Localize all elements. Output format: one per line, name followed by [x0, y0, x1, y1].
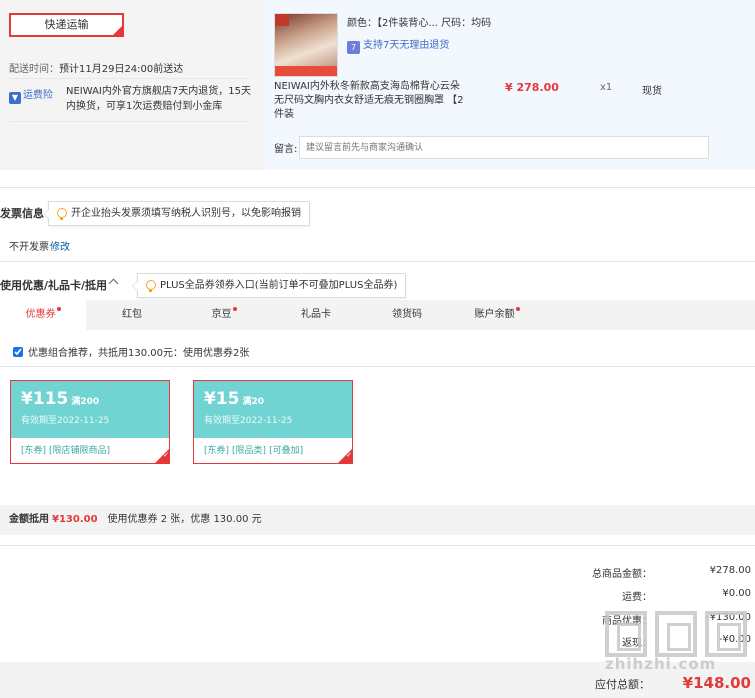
invoice-title: 发票信息 — [0, 207, 44, 220]
product-stock: 现货 — [642, 86, 662, 97]
tab-coupon-label: 优惠券 — [25, 309, 56, 320]
new-dot-icon — [232, 307, 237, 311]
coupon-tag: [可叠加] — [269, 446, 304, 456]
chevron-up-icon[interactable] — [108, 278, 119, 289]
product-price: ¥ 278.00 — [505, 81, 559, 94]
selected-check-icon — [155, 449, 169, 463]
tab-red-packet[interactable]: 红包 — [86, 300, 178, 330]
new-dot-icon — [56, 307, 61, 311]
coupon-validity: 有效期至2022-11-25 — [204, 416, 293, 426]
divider — [0, 187, 755, 188]
site-watermark: zhihzhi.com — [605, 611, 753, 673]
freight-insurance-label: 运费险 — [23, 90, 53, 101]
promo-strip — [275, 66, 337, 76]
remark-label: 留言: — [274, 144, 298, 155]
coupon-section-title[interactable]: 使用优惠/礼品卡/抵用 — [0, 277, 107, 293]
total-goods-value: ¥278.00 — [709, 565, 751, 576]
plus-coupon-tip[interactable]: PLUS全品券领券入口(当前订单不可叠加PLUS全品券) — [132, 273, 407, 298]
selected-corner-icon — [113, 26, 122, 35]
coupon-tags: [东券] [限店铺限商品] — [21, 443, 113, 456]
tab-balance-label: 账户余额 — [474, 309, 515, 320]
discount-summary-amount: ¥130.00 — [52, 514, 98, 525]
brand-badge-icon — [275, 14, 289, 26]
product-quantity: x1 — [600, 82, 613, 93]
coupon-tabs: 优惠券 红包 京豆 礼品卡 领货码 账户余额 — [0, 300, 755, 330]
coupon-card-head: ¥115 满200 有效期至2022-11-25 — [11, 381, 169, 438]
coupon-tag: [限品类] — [232, 446, 267, 456]
freight-insurance-tag[interactable]: ▼ 运费险 — [9, 86, 53, 104]
payable-value: ¥148.00 — [682, 674, 751, 692]
coupon-tags: [东券] [限品类] [可叠加] — [204, 443, 306, 456]
tab-red-packet-label: 红包 — [122, 309, 142, 320]
discount-summary-text: 使用优惠券 2 张，优惠 130.00 元 — [107, 514, 262, 525]
coupon-combo-recommend: 优惠组合推荐，共抵用130.00元：使用优惠券2张 — [13, 344, 249, 359]
coupon-combo-text: 优惠组合推荐，共抵用130.00元：使用优惠券2张 — [28, 348, 250, 359]
freight-label: 运费： — [622, 592, 652, 603]
tab-jingdou-label: 京豆 — [211, 309, 232, 320]
payable-label: 应付总额： — [595, 678, 650, 691]
coupon-amount: ¥15 — [204, 389, 240, 409]
invoice-edit-link[interactable]: 修改 — [50, 238, 70, 253]
watermark-glyph-icon — [705, 611, 747, 657]
invoice-tip-text: 开企业抬头发票须填写纳税人识别号，以免影响报销 — [71, 208, 301, 219]
total-goods-label: 总商品金额： — [592, 569, 652, 580]
coupon-combo-checkbox[interactable] — [13, 347, 23, 357]
coupon-card[interactable]: ¥15 满20 有效期至2022-11-25 [东券] [限品类] [可叠加] — [193, 380, 353, 464]
coupon-tag: [东券] — [204, 446, 230, 456]
shipping-method-button[interactable]: 快递运输 — [9, 13, 124, 37]
shipping-method-label: 快递运输 — [44, 18, 89, 31]
coupon-condition: 满200 — [71, 397, 100, 407]
seven-day-return-text: 支持7天无理由退货 — [363, 40, 450, 51]
tab-gift-card-label: 礼品卡 — [301, 309, 331, 320]
divider — [0, 366, 755, 367]
seven-day-icon: 7 — [347, 41, 360, 54]
freight-value: ¥0.00 — [722, 588, 751, 599]
tab-coupon[interactable]: 优惠券 — [0, 300, 86, 330]
watermark-glyph-icon — [605, 611, 647, 657]
delivery-time-value: 预计11月29日24:00前送达 — [59, 64, 184, 75]
watermark-text: zhihzhi.com — [605, 655, 717, 673]
lightbulb-icon — [146, 280, 156, 292]
plus-coupon-tip-text: PLUS全品券领券入口(当前订单不可叠加PLUS全品券) — [160, 280, 398, 291]
tab-jingdou[interactable]: 京豆 — [178, 300, 270, 330]
tip-arrow-icon — [43, 209, 49, 219]
freight-insurance-row: ▼ 运费险 NEIWAI内外官方旗舰店7天内退货，15天内换货，可享1次运费赔付到… — [9, 78, 251, 122]
coupon-card[interactable]: ¥115 满200 有效期至2022-11-25 [东券] [限店铺限商品] — [10, 380, 170, 464]
divider — [0, 545, 755, 546]
freight-insurance-text: NEIWAI内外官方旗舰店7天内退货，15天内换货，可享1次运费赔付到小金库 — [66, 86, 251, 112]
product-name[interactable]: NEIWAI内外秋冬新款高支海岛棉背心云朵无尺码文胸内衣女舒适无痕无钢圈胸罩 【… — [274, 80, 469, 122]
tab-balance[interactable]: 账户余额 — [452, 300, 542, 330]
product-attributes: 颜色：【2件装背心... 尺码：均码 — [347, 18, 492, 29]
coupon-tag: [限店铺限商品] — [49, 446, 111, 456]
delivery-time-label: 配送时间： — [9, 64, 59, 75]
tab-gift-card[interactable]: 礼品卡 — [270, 300, 362, 330]
coupon-validity: 有效期至2022-11-25 — [21, 416, 110, 426]
invoice-tip: 开企业抬头发票须填写纳税人识别号，以免影响报销 — [43, 201, 310, 226]
discount-summary-label: 金额抵用 — [9, 514, 49, 525]
coupon-card-head: ¥15 满20 有效期至2022-11-25 — [194, 381, 352, 438]
tab-pickup-code-label: 领货码 — [392, 309, 422, 320]
product-image[interactable] — [274, 13, 338, 77]
coupon-amount: ¥115 — [21, 389, 69, 409]
coupon-tag: [东券] — [21, 446, 47, 456]
divider — [0, 261, 755, 262]
remark-input[interactable] — [299, 136, 709, 159]
new-dot-icon — [515, 307, 520, 311]
tip-arrow-icon — [132, 281, 138, 291]
tab-pickup-code[interactable]: 领货码 — [362, 300, 452, 330]
lightbulb-icon — [57, 208, 67, 220]
coupon-condition: 满20 — [242, 397, 265, 407]
discount-summary-bar: 金额抵用 ¥130.00 使用优惠券 2 张，优惠 130.00 元 — [0, 505, 755, 535]
delivery-time: 配送时间：预计11月29日24:00前送达 — [9, 60, 183, 75]
seven-day-return: 7 支持7天无理由退货 — [347, 36, 449, 54]
watermark-glyph-icon — [655, 611, 697, 657]
invoice-status: 不开发票 — [9, 242, 49, 253]
selected-check-icon — [338, 449, 352, 463]
insurance-icon: ▼ — [9, 92, 21, 104]
